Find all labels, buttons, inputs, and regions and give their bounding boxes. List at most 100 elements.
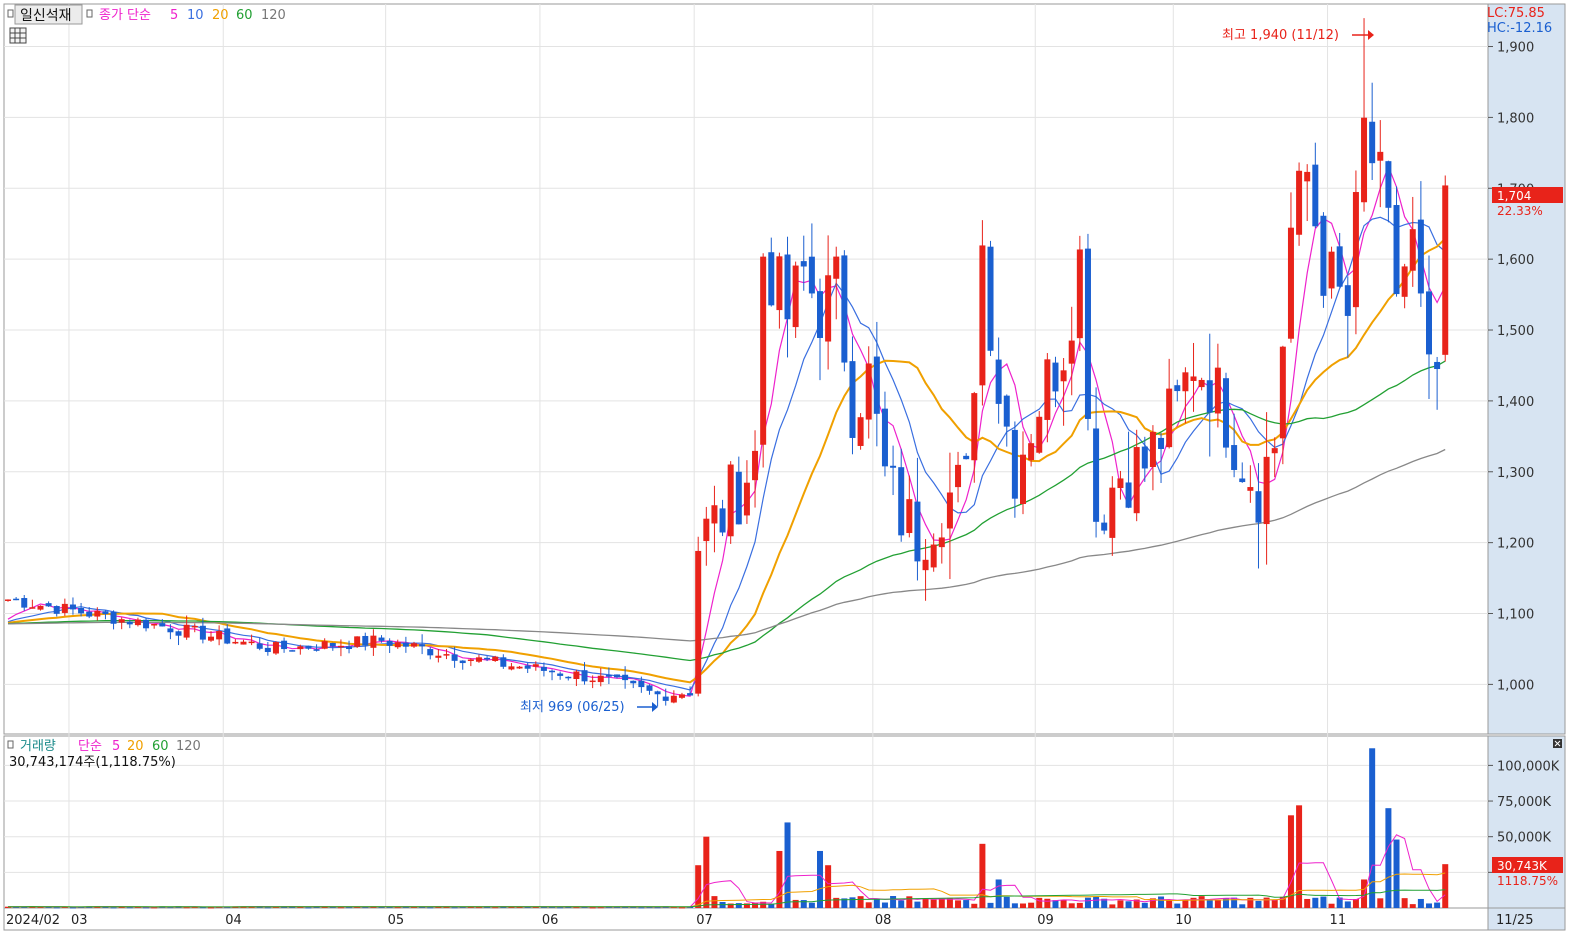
- volume-bar: [1434, 902, 1441, 908]
- candle-body: [118, 619, 125, 623]
- candle-body: [914, 501, 921, 562]
- candle-body: [1060, 370, 1067, 382]
- volume-bar: [53, 907, 60, 909]
- price-tick-label: 1,500: [1497, 324, 1534, 339]
- candle-body: [540, 666, 547, 671]
- candle-body: [743, 482, 750, 516]
- candle-body: [670, 695, 677, 703]
- candle-body: [1377, 151, 1384, 161]
- month-tick-label: 09: [1037, 913, 1054, 928]
- candle-body: [687, 693, 694, 696]
- volume-bar: [873, 898, 880, 908]
- stock-chart[interactable]: 1,0001,1001,2001,3001,4001,5001,6001,700…: [0, 0, 1589, 947]
- candle-body: [1084, 248, 1091, 419]
- volume-tick-label: 100,000K: [1497, 759, 1560, 774]
- volume-bar: [1060, 900, 1067, 908]
- candle-body: [240, 641, 247, 645]
- candle-body: [946, 492, 953, 529]
- candle-body: [321, 641, 328, 649]
- volume-bar: [589, 907, 596, 909]
- month-tick-label: 06: [542, 913, 559, 928]
- volume-bar: [1361, 879, 1368, 908]
- candle-body: [849, 361, 856, 438]
- candle-body: [134, 619, 141, 626]
- candle-body: [256, 643, 263, 649]
- candle-body: [1020, 454, 1026, 505]
- volume-bar: [557, 907, 564, 909]
- table-icon[interactable]: [9, 27, 27, 44]
- candle-body: [906, 499, 913, 534]
- candle-body: [281, 640, 288, 650]
- candle-body: [370, 635, 377, 648]
- legend-square-icon: [7, 740, 14, 749]
- candle-body: [53, 606, 60, 614]
- month-tick-label: 07: [696, 913, 713, 928]
- volume-bar: [208, 907, 214, 909]
- candle-body: [727, 464, 734, 537]
- month-tick-label: 10: [1175, 913, 1192, 928]
- candle-body: [21, 598, 28, 608]
- volume-bar: [890, 896, 897, 908]
- volume-bar: [1117, 900, 1124, 908]
- current-change-tag: 22.33%: [1497, 204, 1543, 218]
- candle-body: [1214, 367, 1221, 414]
- volume-bar: [906, 896, 913, 908]
- candle-body: [37, 605, 44, 610]
- price-tick-label: 1,400: [1497, 395, 1534, 410]
- volume-bar: [1296, 805, 1303, 908]
- close-panel-icon[interactable]: [1553, 739, 1562, 748]
- volume-bar: [678, 907, 685, 909]
- candle-body: [1336, 246, 1343, 287]
- candle-body: [183, 624, 190, 638]
- candle-body: [1304, 171, 1311, 182]
- volume-bar: [1320, 896, 1327, 908]
- candle-body: [589, 680, 596, 683]
- volume-bar: [1084, 897, 1091, 908]
- price-tick-label: 1,100: [1497, 608, 1534, 623]
- candle-body: [784, 254, 791, 320]
- candle-body: [833, 256, 840, 279]
- candle-body: [622, 674, 629, 681]
- volume-bar: [1166, 900, 1173, 908]
- candle-body: [1003, 395, 1010, 427]
- candle-body: [224, 628, 231, 644]
- candle-body: [1052, 362, 1059, 392]
- candle-body: [1117, 478, 1124, 489]
- candle-body: [435, 655, 442, 658]
- candle-body: [451, 654, 458, 661]
- candle-body: [898, 467, 905, 536]
- candle-body: [857, 417, 864, 446]
- candle-body: [808, 256, 815, 294]
- candle-body: [45, 603, 52, 607]
- month-tick-label: 08: [875, 913, 892, 928]
- candle-body: [1255, 491, 1262, 523]
- candle-body: [1263, 456, 1270, 525]
- volume-bar: [427, 907, 434, 909]
- candle-body: [110, 611, 117, 624]
- candle-body: [1093, 428, 1100, 522]
- volume-bar: [922, 898, 929, 908]
- candle-body: [1011, 429, 1018, 499]
- volume-bar: [638, 907, 645, 909]
- ma-label: 종가 단순: [99, 8, 151, 23]
- candle-body: [987, 246, 994, 351]
- candle-body: [402, 642, 409, 647]
- candle-body: [524, 665, 531, 669]
- ma5-period: 5: [170, 8, 178, 23]
- candle-body: [94, 610, 101, 617]
- candle-body: [484, 657, 491, 660]
- price-tick-label: 1,900: [1497, 41, 1534, 56]
- candle-body: [467, 659, 474, 662]
- volume-bar: [1044, 898, 1051, 908]
- ma60-period: 60: [236, 8, 253, 23]
- current-ratio-tag: 1118.75%: [1497, 874, 1558, 888]
- month-tick-label: 11: [1330, 913, 1347, 928]
- month-tick-label: 04: [225, 913, 242, 928]
- candle-body: [760, 256, 767, 445]
- volume-bar: [914, 901, 921, 908]
- stock-name: 일신석재: [20, 8, 72, 24]
- volume-plot-area[interactable]: [3, 735, 1489, 909]
- ma120-period: 120: [261, 8, 286, 23]
- volume-bar: [1344, 901, 1351, 908]
- volume-bar: [1158, 896, 1165, 908]
